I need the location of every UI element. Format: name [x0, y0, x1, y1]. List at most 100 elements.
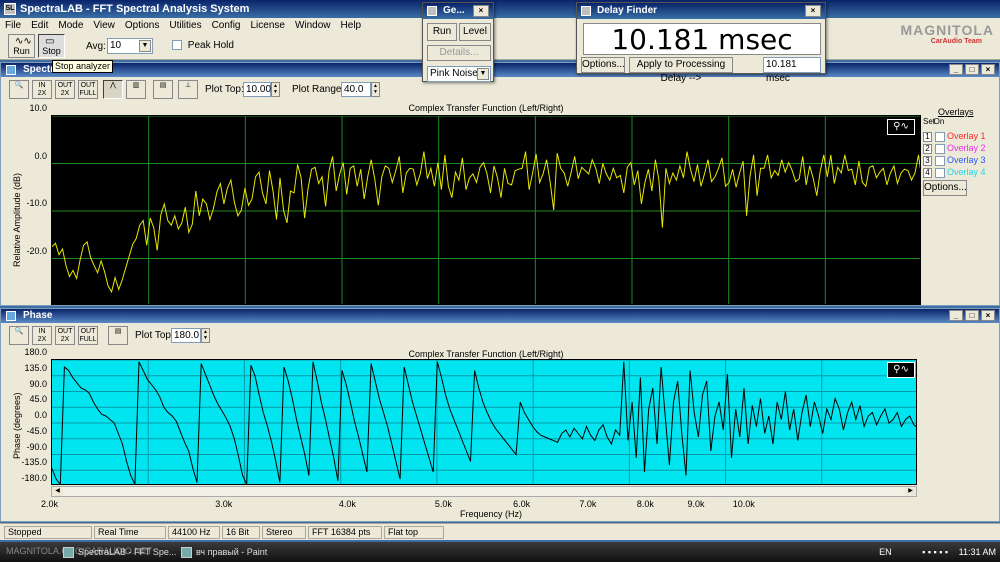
- minimize-icon[interactable]: _: [949, 64, 963, 75]
- overlay-set-button[interactable]: 3: [923, 156, 932, 166]
- out-full-icon[interactable]: OUT FULL: [78, 80, 98, 99]
- phase-plot-top-field[interactable]: 180.0 ▲ ▼: [171, 328, 210, 343]
- plot-top-field[interactable]: 10.00 ▲ ▼: [243, 82, 280, 97]
- taskbar-task-paint[interactable]: вч правый - Paint: [178, 545, 288, 560]
- spectrum-title-bar[interactable]: Spectrum _ □ ×: [1, 63, 999, 77]
- out-x-icon[interactable]: OUT 2X: [55, 326, 75, 345]
- spectrum-plot[interactable]: [51, 115, 921, 305]
- close-icon[interactable]: ×: [981, 310, 995, 321]
- peak-icon[interactable]: ⋀: [103, 80, 123, 99]
- spinner-icon[interactable]: ▲ ▼: [201, 328, 210, 343]
- scroll-right-icon[interactable]: ▶: [905, 487, 916, 496]
- menu-view[interactable]: View: [88, 19, 120, 33]
- y-tick-label: 45.0: [29, 394, 47, 405]
- table-icon[interactable]: ▤: [108, 326, 128, 345]
- run-button[interactable]: ∿∿ Run: [8, 34, 35, 58]
- status-mode: Real Time: [94, 526, 166, 539]
- close-icon[interactable]: ×: [805, 5, 821, 17]
- generator-level-button[interactable]: Level: [459, 23, 491, 41]
- zoom-icon[interactable]: 🔍: [9, 80, 29, 99]
- out-full-icon[interactable]: OUT FULL: [78, 326, 98, 345]
- table-icon[interactable]: ▤: [153, 80, 173, 99]
- plot-range-value: 40.0: [344, 84, 364, 95]
- peak-hold-checkbox[interactable]: [172, 40, 182, 51]
- maximize-icon[interactable]: □: [965, 310, 979, 321]
- y-tick-label: 0.0: [34, 150, 47, 161]
- apply-delay-button[interactable]: Apply to Processing Delay -->: [629, 57, 733, 84]
- spinner-icon[interactable]: ▲ ▼: [271, 82, 280, 97]
- y-tick-label: 10.0: [29, 103, 47, 113]
- app-title: SpectraLAB - FFT Spectral Analysis Syste…: [20, 3, 250, 15]
- plot-range-field[interactable]: 40.0 ▲ ▼: [341, 82, 380, 97]
- menu-options[interactable]: Options: [120, 19, 164, 33]
- overlay-set-button[interactable]: 2: [923, 144, 932, 154]
- status-sample-rate: 44100 Hz: [168, 526, 220, 539]
- marker-icon[interactable]: ⊥: [178, 80, 198, 99]
- spinner-icon[interactable]: ▲ ▼: [371, 82, 380, 97]
- phase-x-axis-label: Frequency (Hz): [459, 509, 522, 519]
- y-tick-label: 135.0: [24, 362, 47, 373]
- menu-window[interactable]: Window: [290, 19, 336, 33]
- overlay-checkbox[interactable]: [934, 155, 945, 166]
- frequency-scrollbar[interactable]: ◀ ▶: [51, 486, 917, 497]
- language-indicator[interactable]: EN: [879, 547, 892, 557]
- close-icon[interactable]: ×: [473, 5, 489, 17]
- overlay-checkbox[interactable]: [934, 167, 945, 178]
- stop-icon: ▭: [45, 36, 55, 47]
- chevron-down-icon[interactable]: ▼: [139, 40, 151, 52]
- generator-title-bar[interactable]: Ge... ×: [423, 3, 493, 19]
- overlays-options-button[interactable]: Options...: [923, 180, 967, 196]
- overlay-checkbox[interactable]: [934, 131, 945, 142]
- generator-signal-select[interactable]: Pink Noise ▼: [427, 66, 491, 82]
- x-tick-label: 3.0k: [215, 499, 233, 509]
- overlay-set-button[interactable]: 4: [923, 168, 932, 178]
- overlays-set-label: Set: [923, 117, 936, 126]
- run-label: Run: [13, 46, 30, 56]
- zoom-icon[interactable]: 🔍: [9, 326, 29, 345]
- chevron-down-icon[interactable]: ▼: [477, 68, 489, 80]
- maximize-icon[interactable]: □: [965, 64, 979, 75]
- taskbar-task-spectralab[interactable]: SpectraLAB - FFT Spe...: [60, 545, 176, 560]
- delay-finder-window: Delay Finder × 10.181 msec Options... Ap…: [576, 2, 826, 84]
- in-x-icon[interactable]: IN 2X: [32, 80, 52, 99]
- in-x-icon[interactable]: IN 2X: [32, 326, 52, 345]
- delay-finder-title-bar[interactable]: Delay Finder ×: [577, 3, 825, 19]
- phase-title-bar[interactable]: Phase _ □ ×: [1, 309, 999, 323]
- bars-icon[interactable]: ▥: [126, 80, 146, 99]
- menu-utilities[interactable]: Utilities: [164, 19, 206, 33]
- app-title-bar[interactable]: SL SpectraLAB - FFT Spectral Analysis Sy…: [0, 0, 1000, 18]
- y-tick-label: -10.0: [26, 198, 47, 208]
- signal-icon[interactable]: ⚲∿: [887, 119, 915, 135]
- menu-help[interactable]: Help: [336, 19, 367, 33]
- overlay-checkbox[interactable]: [934, 143, 945, 154]
- overlay-label: Overlay 3: [947, 155, 986, 165]
- delay-options-button[interactable]: Options...: [581, 57, 625, 73]
- y-tick-label: 90.0: [29, 378, 47, 389]
- menu-license[interactable]: License: [245, 19, 289, 33]
- overlay-label: Overlay 2: [947, 143, 986, 153]
- menu-mode[interactable]: Mode: [53, 19, 88, 33]
- menu-edit[interactable]: Edit: [26, 19, 53, 33]
- stop-button[interactable]: ▭ Stop: [38, 34, 65, 58]
- peak-hold-toggle[interactable]: Peak Hold: [172, 40, 234, 51]
- menu-config[interactable]: Config: [207, 19, 246, 33]
- signal-icon[interactable]: ⚲∿: [887, 362, 915, 378]
- generator-details-button[interactable]: Details...: [427, 45, 491, 61]
- phase-toolbar: 🔍 IN 2X OUT 2X OUT FULL ▤ Plot Top: 180.0 ▲…: [1, 325, 999, 347]
- avg-select[interactable]: 10 ▼: [107, 38, 153, 54]
- generator-run-button[interactable]: Run: [427, 23, 457, 41]
- phase-plot-top-label: Plot Top:: [135, 330, 174, 341]
- generator-window: Ge... × Run Level Details... Pink Noise …: [422, 2, 494, 82]
- stop-label: Stop: [42, 46, 61, 56]
- close-icon[interactable]: ×: [981, 64, 995, 75]
- status-channels: Stereo: [262, 526, 306, 539]
- out-x-icon[interactable]: OUT 2X: [55, 80, 75, 99]
- scroll-left-icon[interactable]: ◀: [52, 487, 63, 496]
- spectralab-icon: [63, 547, 74, 558]
- menu-file[interactable]: File: [0, 19, 26, 33]
- phase-plot[interactable]: [51, 359, 917, 485]
- plot-range-label: Plot Range:: [292, 84, 345, 95]
- minimize-icon[interactable]: _: [949, 310, 963, 321]
- y-tick-label: -90.0: [26, 441, 47, 452]
- overlay-set-button[interactable]: 1: [923, 132, 932, 142]
